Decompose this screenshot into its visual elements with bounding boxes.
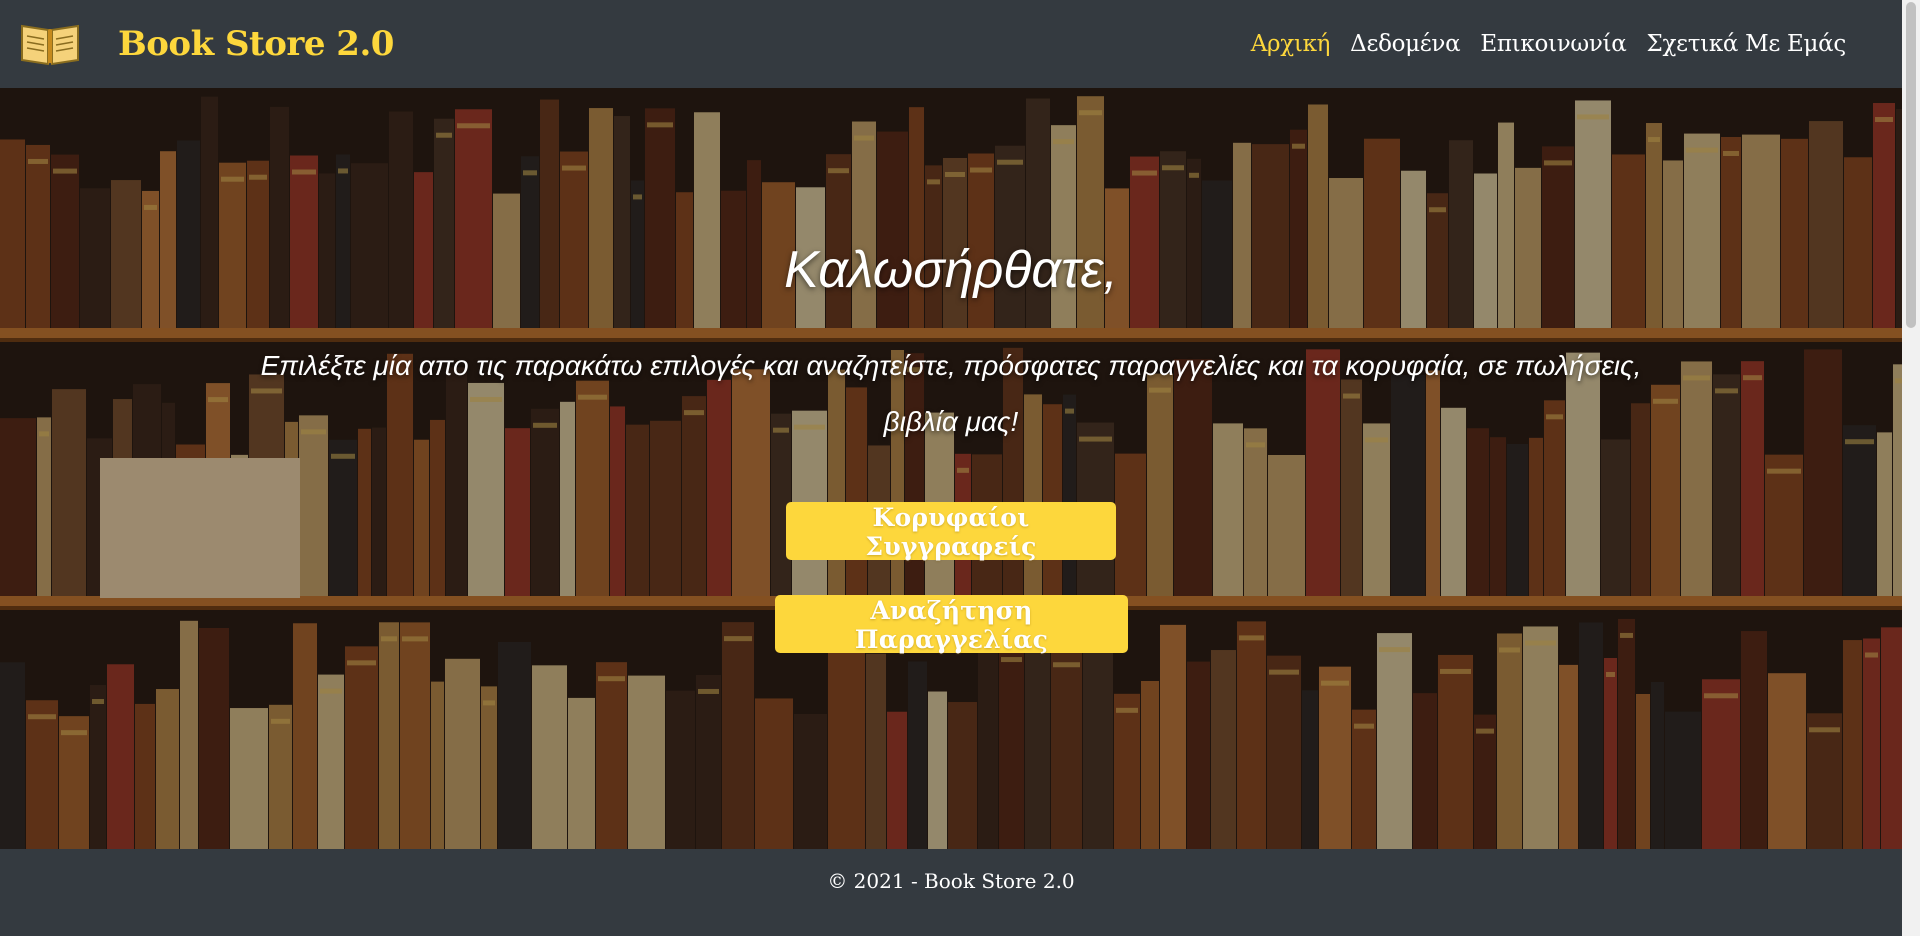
hero-content: Καλωσήρθατε, Επιλέξτε μία απο τις παρακά… [0, 88, 1902, 849]
navbar: Book Store 2.0 Αρχική Δεδομένα Επικοινων… [0, 0, 1902, 88]
nav-link-data[interactable]: Δεδομένα [1340, 31, 1470, 57]
brand-link[interactable]: Book Store 2.0 [118, 24, 394, 64]
order-search-button[interactable]: Αναζήτηση Παραγγελίας [775, 595, 1128, 654]
hero-title: Καλωσήρθατε, [784, 241, 1118, 299]
nav-link-home[interactable]: Αρχική [1241, 31, 1340, 57]
nav-links: Αρχική Δεδομένα Επικοινωνία Σχετικά Με Ε… [1241, 31, 1856, 57]
vertical-scrollbar[interactable] [1902, 0, 1920, 936]
footer-copyright: © 2021 - Book Store 2.0 [827, 869, 1075, 893]
hero-section: Καλωσήρθατε, Επιλέξτε μία απο τις παρακά… [0, 88, 1902, 849]
footer: © 2021 - Book Store 2.0 [0, 849, 1902, 936]
page: Book Store 2.0 Αρχική Δεδομένα Επικοινων… [0, 0, 1920, 936]
nav-link-contact[interactable]: Επικοινωνία [1470, 31, 1636, 57]
top-authors-button[interactable]: Κορυφαίοι Συγγραφείς [786, 502, 1116, 561]
scrollbar-thumb[interactable] [1906, 2, 1916, 328]
nav-link-about[interactable]: Σχετικά Με Εμάς [1636, 31, 1856, 57]
hero-subtitle: Επιλέξτε μία απο τις παρακάτω επιλογές κ… [260, 350, 1642, 437]
open-book-icon[interactable] [18, 20, 82, 68]
